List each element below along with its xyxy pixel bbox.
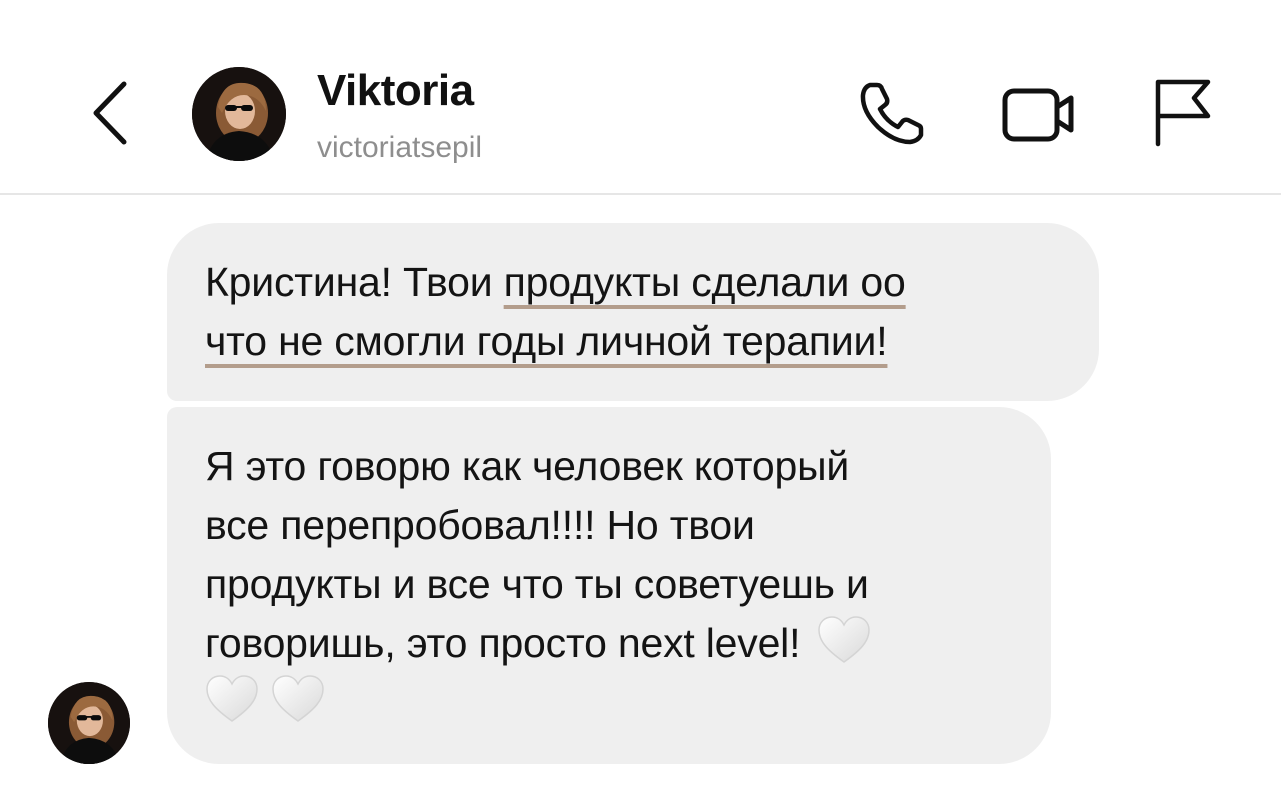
- white-heart-icon: [206, 675, 258, 722]
- chevron-left-icon: [93, 81, 127, 145]
- reactions-row: [205, 673, 1021, 732]
- video-call-button[interactable]: [994, 76, 1084, 152]
- message-text-underlined: продукты сделали оо: [503, 259, 906, 305]
- video-camera-icon: [1002, 88, 1074, 142]
- report-button[interactable]: [1140, 70, 1224, 154]
- chat-header: Viktoria victoriatsepil: [0, 0, 1281, 195]
- message-line: говоришь, это просто next level!: [205, 620, 801, 666]
- call-button[interactable]: [850, 76, 934, 152]
- sender-avatar[interactable]: [48, 682, 130, 764]
- message-line: все перепробовал!!!! Но твои: [205, 502, 755, 548]
- white-heart-icon: [818, 616, 871, 663]
- flag-icon: [1155, 79, 1211, 147]
- message-line: Я это говорю как человек который: [205, 443, 850, 489]
- message-bubble[interactable]: Я это говорю как человек который все пер…: [167, 407, 1051, 764]
- message-bubble[interactable]: Кристина! Твои продукты сделали оо что не…: [167, 223, 1099, 401]
- back-button[interactable]: [78, 78, 142, 148]
- phone-icon: [860, 82, 924, 145]
- message-line: продукты и все что ты советуешь и: [205, 561, 869, 607]
- profile-photo: [192, 67, 286, 161]
- white-heart-icon: [272, 675, 324, 722]
- message-text: Кристина! Твои: [205, 259, 504, 305]
- profile-photo: [48, 682, 130, 764]
- message-line-with-emoji: говоришь, это просто next level!: [205, 614, 1021, 673]
- avatar[interactable]: [192, 67, 286, 161]
- message-text-underlined: что не смогли годы личной терапии!: [205, 318, 888, 364]
- contact-name[interactable]: Viktoria: [317, 64, 474, 118]
- chat-screen: Viktoria victoriatsepil Кристина! Твои п…: [0, 0, 1281, 798]
- contact-username: victoriatsepil: [317, 131, 483, 164]
